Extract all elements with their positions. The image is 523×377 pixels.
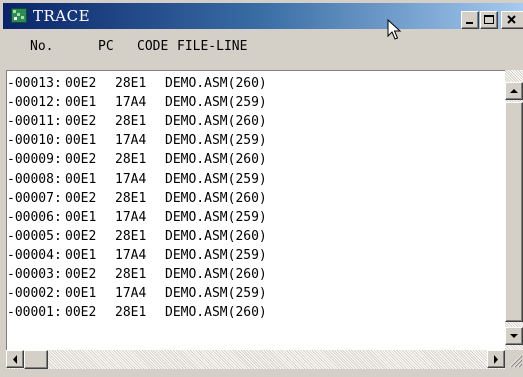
- trace-no: -00002:: [7, 286, 62, 302]
- trace-file-line: DEMO.ASM(260): [165, 267, 267, 282]
- close-button[interactable]: [501, 11, 523, 29]
- trace-file-line: DEMO.ASM(259): [165, 247, 267, 263]
- trace-no: -00007:: [7, 190, 62, 206]
- trace-code: 17A4: [115, 133, 147, 149]
- trace-code: 17A4: [115, 286, 147, 302]
- trace-file-line: DEMO.ASM(260): [165, 190, 267, 206]
- trace-code: 28E1: [115, 267, 147, 282]
- trace-file-line: DEMO.ASM(259): [165, 286, 267, 302]
- close-icon: [507, 15, 516, 24]
- trace-no: -00001:: [7, 305, 62, 321]
- trace-file-line: DEMO.ASM(259): [165, 171, 267, 187]
- trace-pc: 00E2: [65, 267, 97, 282]
- scroll-right-button[interactable]: [487, 350, 505, 368]
- trace-file-line: DEMO.ASM(260): [165, 76, 267, 91]
- trace-pc: 00E2: [65, 152, 97, 168]
- maximize-button[interactable]: [480, 11, 498, 29]
- trace-code: 28E1: [115, 228, 147, 244]
- app-icon[interactable]: [11, 8, 27, 23]
- scroll-up-arrow-icon: [510, 89, 518, 93]
- trace-pc: 00E1: [65, 209, 97, 225]
- maximize-icon: [484, 15, 494, 24]
- title-bar[interactable]: TRACE: [3, 3, 523, 29]
- scroll-down-button[interactable]: [505, 327, 523, 345]
- trace-code: 28E1: [115, 114, 147, 130]
- resize-grip-icon: [509, 355, 523, 368]
- trace-pc: 00E1: [65, 95, 97, 111]
- horizontal-scroll-thumb[interactable]: [24, 350, 48, 369]
- trace-no: -00008:: [7, 171, 62, 187]
- trace-file-line: DEMO.ASM(260): [165, 228, 267, 244]
- trace-pc: 00E1: [65, 171, 97, 187]
- header-file-line: FILE-LINE: [177, 39, 248, 54]
- trace-no: -00012:: [7, 95, 62, 111]
- trace-code: 28E1: [115, 76, 147, 91]
- trace-pc: 00E2: [65, 76, 97, 91]
- scroll-left-arrow-icon: [13, 355, 17, 364]
- trace-code: 17A4: [115, 171, 147, 187]
- trace-window: TRACE No. PC CODE FILE-LINE -00013: 00E2 2…: [0, 0, 523, 377]
- header-no: No.: [30, 39, 54, 54]
- window-title: TRACE: [33, 7, 91, 25]
- column-header: No. PC CODE FILE-LINE: [3, 29, 523, 65]
- trace-file-line: DEMO.ASM(260): [165, 305, 267, 321]
- trace-pc: 00E2: [65, 305, 97, 321]
- mouse-pointer-icon: [387, 19, 402, 40]
- trace-file-line: DEMO.ASM(259): [165, 209, 267, 225]
- scroll-up-button[interactable]: [505, 82, 523, 100]
- minimize-icon: [466, 22, 473, 24]
- trace-file-line: DEMO.ASM(259): [165, 133, 267, 149]
- trace-pc: 00E1: [65, 133, 97, 149]
- trace-file-line: DEMO.ASM(260): [165, 152, 267, 168]
- header-code: CODE: [137, 39, 169, 54]
- trace-no: -00013:: [7, 76, 62, 91]
- trace-no: -00003:: [7, 267, 62, 282]
- scroll-down-arrow-icon: [510, 334, 518, 338]
- trace-code: 17A4: [115, 95, 147, 111]
- trace-file-line: DEMO.ASM(260): [165, 114, 267, 130]
- trace-list[interactable]: -00013: 00E2 28E1 DEMO.ASM(260) -00012: 00E1 1…: [6, 70, 505, 350]
- trace-pc: 00E2: [65, 228, 97, 244]
- trace-code: 17A4: [115, 209, 147, 225]
- trace-pc: 00E2: [65, 114, 97, 130]
- trace-pc: 00E1: [65, 247, 97, 263]
- trace-no: -00009:: [7, 152, 62, 168]
- header-pc: PC: [98, 39, 114, 54]
- size-grip[interactable]: [505, 350, 523, 369]
- scroll-right-arrow-icon: [494, 355, 498, 364]
- trace-no: -00005:: [7, 228, 62, 244]
- scroll-left-button[interactable]: [6, 350, 24, 368]
- horizontal-scrollbar[interactable]: [6, 350, 505, 369]
- trace-file-line: DEMO.ASM(259): [165, 95, 267, 111]
- vertical-scroll-thumb[interactable]: [505, 102, 523, 322]
- trace-no: -00004:: [7, 247, 62, 263]
- trace-code: 28E1: [115, 190, 147, 206]
- trace-pc: 00E2: [65, 190, 97, 206]
- trace-pc: 00E1: [65, 286, 97, 302]
- trace-no: -00006:: [7, 209, 62, 225]
- trace-code: 28E1: [115, 305, 147, 321]
- trace-no: -00010:: [7, 133, 62, 149]
- vertical-scrollbar[interactable]: [505, 70, 523, 350]
- trace-code: 28E1: [115, 152, 147, 168]
- trace-no: -00011:: [7, 114, 62, 130]
- minimize-button[interactable]: [461, 11, 479, 29]
- trace-code: 17A4: [115, 247, 147, 263]
